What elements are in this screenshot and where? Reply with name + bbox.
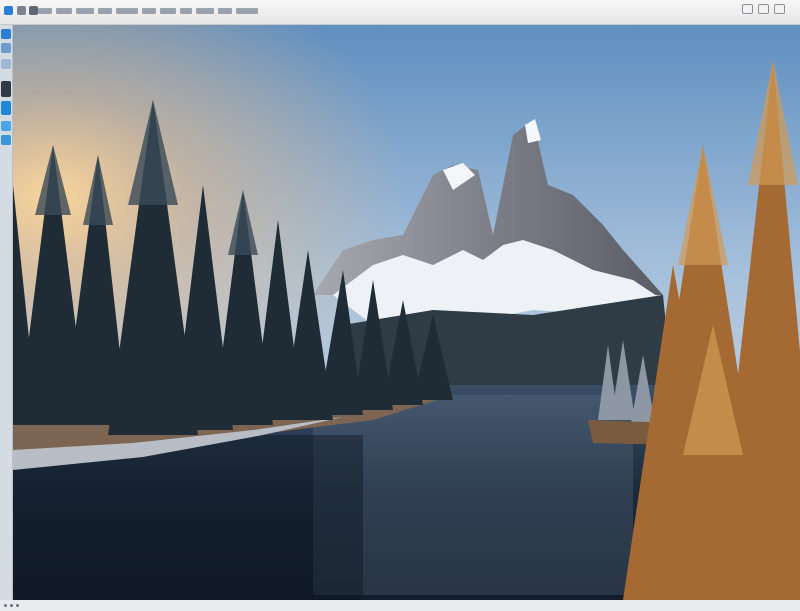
menu-item[interactable] — [38, 8, 52, 14]
menu-item[interactable] — [116, 8, 138, 14]
layers-icon[interactable] — [1, 43, 11, 53]
top-toolbar — [0, 0, 800, 25]
menu-item[interactable] — [98, 8, 112, 14]
user-icon[interactable] — [1, 101, 11, 115]
menu-item[interactable] — [196, 8, 214, 14]
menu-item[interactable] — [56, 8, 72, 14]
minimize-icon[interactable] — [742, 4, 753, 14]
left-tool-strip — [0, 25, 13, 600]
close-icon[interactable] — [774, 4, 785, 14]
back-icon[interactable] — [17, 6, 26, 15]
menu-item[interactable] — [142, 8, 156, 14]
menu-item[interactable] — [236, 8, 258, 14]
menu-item[interactable] — [180, 8, 192, 14]
swatch-light-icon[interactable] — [1, 135, 11, 145]
status-indicator — [4, 592, 22, 607]
landscape-image — [13, 25, 800, 600]
menu-item[interactable] — [160, 8, 176, 14]
panel-icon[interactable] — [1, 59, 11, 69]
restore-icon[interactable] — [758, 4, 769, 14]
image-canvas[interactable] — [13, 25, 800, 600]
swatch-blue-icon[interactable] — [1, 121, 11, 131]
forward-icon[interactable] — [29, 6, 38, 15]
menu-item[interactable] — [218, 8, 232, 14]
menu-item[interactable] — [76, 8, 94, 14]
tool-icon[interactable] — [1, 29, 11, 39]
color-swatch-icon[interactable] — [1, 81, 11, 97]
app-icon[interactable] — [4, 6, 13, 15]
